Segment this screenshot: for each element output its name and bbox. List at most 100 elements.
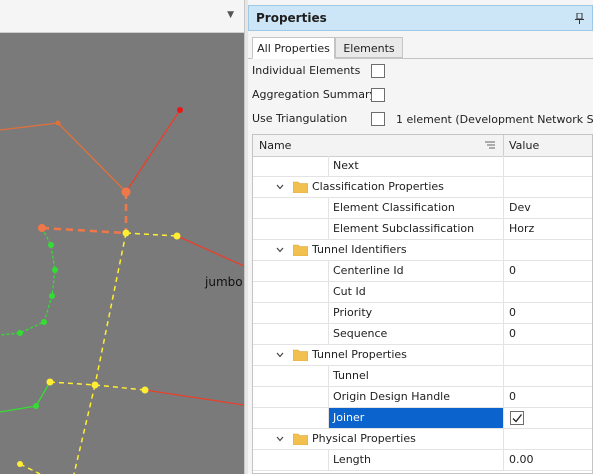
chevron-down-icon[interactable] — [276, 184, 284, 190]
network-segment — [94, 232, 127, 386]
property-value: 0.00 — [509, 453, 534, 466]
property-name: Sequence — [333, 327, 388, 340]
checkmark-icon — [512, 414, 523, 423]
network-node — [55, 120, 61, 126]
folder-icon — [293, 181, 308, 193]
network-node — [46, 378, 54, 386]
property-grid[interactable]: Name Value Next Classification Propertie… — [252, 134, 593, 474]
option-use-triangulation-label: Use Triangulation — [252, 112, 348, 125]
column-value-header[interactable]: Value — [509, 139, 539, 152]
property-row-cut-id[interactable]: Cut Id — [253, 282, 592, 303]
tab-all-properties[interactable]: All Properties — [252, 37, 335, 59]
chevron-down-icon[interactable] — [276, 436, 284, 442]
property-value: 0 — [509, 390, 516, 403]
network-node — [177, 107, 183, 113]
value-cell[interactable] — [503, 366, 592, 386]
property-name: Cut Id — [333, 285, 366, 298]
property-row-priority[interactable]: Priority 0 — [253, 303, 592, 324]
properties-header: Properties — [248, 5, 593, 31]
property-row-element-subclassification[interactable]: Element Subclassification Horz — [253, 219, 592, 240]
network-node — [17, 330, 23, 336]
property-name: Origin Design Handle — [333, 390, 451, 403]
chevron-down-icon[interactable] — [276, 352, 284, 358]
folder-icon — [293, 244, 308, 256]
network-node — [141, 386, 149, 394]
network-segment — [41, 226, 127, 235]
value-cell[interactable] — [503, 282, 592, 302]
grid-header: Name Value — [253, 135, 592, 157]
property-name: Priority — [333, 306, 373, 319]
value-cell[interactable] — [503, 324, 592, 344]
network-segment — [125, 232, 178, 237]
viewport-dropdown-icon[interactable]: ▼ — [227, 10, 234, 20]
network-node — [41, 319, 47, 325]
category-row-physical-properties[interactable]: Physical Properties — [253, 429, 592, 450]
network-segment — [125, 109, 181, 193]
property-row-next[interactable]: Next — [253, 156, 592, 177]
value-cell[interactable] — [503, 156, 592, 176]
value-cell[interactable] — [503, 261, 592, 281]
property-row-length[interactable]: Length 0.00 — [253, 450, 592, 471]
property-name: Next — [333, 159, 359, 172]
network-segment — [0, 122, 59, 131]
column-name-header[interactable]: Name — [259, 139, 291, 152]
property-row-joiner[interactable]: Joiner — [253, 408, 592, 429]
property-row-tunnel[interactable]: Tunnel — [253, 366, 592, 387]
property-name: Element Subclassification — [333, 222, 475, 235]
category-row-classification[interactable]: Classification Properties — [253, 177, 592, 198]
network-node — [122, 229, 130, 237]
property-value: 0 — [509, 306, 516, 319]
aggregation-summary-checkbox[interactable] — [371, 88, 385, 102]
network-node — [38, 224, 46, 232]
property-row-origin-design-handle[interactable]: Origin Design Handle 0 — [253, 387, 592, 408]
option-individual-elements-label: Individual Elements — [252, 64, 361, 77]
properties-panel: Properties All Properties Elements Indiv… — [248, 0, 593, 474]
value-cell — [503, 240, 592, 260]
network-node — [52, 267, 58, 273]
value-cell[interactable] — [503, 387, 592, 407]
network-segment — [94, 384, 146, 391]
pin-icon[interactable] — [575, 13, 584, 24]
network-node — [91, 381, 99, 389]
property-value: 0 — [509, 264, 516, 277]
network-segment — [73, 384, 96, 474]
category-row-tunnel-properties[interactable]: Tunnel Properties — [253, 345, 592, 366]
folder-icon — [293, 349, 308, 361]
column-separator — [503, 135, 504, 156]
property-value: 0 — [509, 327, 516, 340]
network-canvas[interactable] — [0, 33, 244, 474]
value-cell — [503, 345, 592, 365]
property-name: Joiner — [333, 411, 365, 424]
option-aggregation-summary-label: Aggregation Summary — [252, 88, 376, 101]
folder-icon — [293, 433, 308, 445]
network-segment — [19, 463, 41, 474]
property-row-element-classification[interactable]: Element Classification Dev — [253, 198, 592, 219]
category-row-tunnel-identifiers[interactable]: Tunnel Identifiers — [253, 240, 592, 261]
property-name: Centerline Id — [333, 264, 404, 277]
tab-elements[interactable]: Elements — [335, 37, 403, 58]
property-row-centerline-id[interactable]: Centerline Id 0 — [253, 261, 592, 282]
individual-elements-checkbox[interactable] — [371, 64, 385, 78]
network-segment — [49, 381, 96, 386]
property-value: Dev — [509, 201, 531, 214]
viewport-header: ▼ — [0, 0, 244, 33]
network-node — [121, 187, 131, 197]
use-triangulation-checkbox[interactable] — [371, 112, 385, 126]
network-segment — [176, 235, 244, 267]
value-cell[interactable] — [503, 303, 592, 323]
panel-title: Properties — [256, 11, 327, 25]
node-label: jumbo1 — [205, 275, 244, 289]
category-name: Tunnel Identifiers — [312, 243, 407, 256]
network-node — [48, 242, 54, 248]
network-node — [49, 293, 55, 299]
network-node — [17, 461, 23, 467]
network-segment — [0, 381, 51, 413]
property-name: Element Classification — [333, 201, 455, 214]
map-viewport[interactable]: ▼ jumbo1 — [0, 0, 244, 474]
chevron-down-icon[interactable] — [276, 247, 284, 253]
joiner-checkbox[interactable] — [510, 411, 524, 425]
property-row-sequence[interactable]: Sequence 0 — [253, 324, 592, 345]
sort-icon[interactable] — [485, 141, 495, 150]
network-segment — [0, 227, 56, 336]
category-name: Physical Properties — [312, 432, 416, 445]
